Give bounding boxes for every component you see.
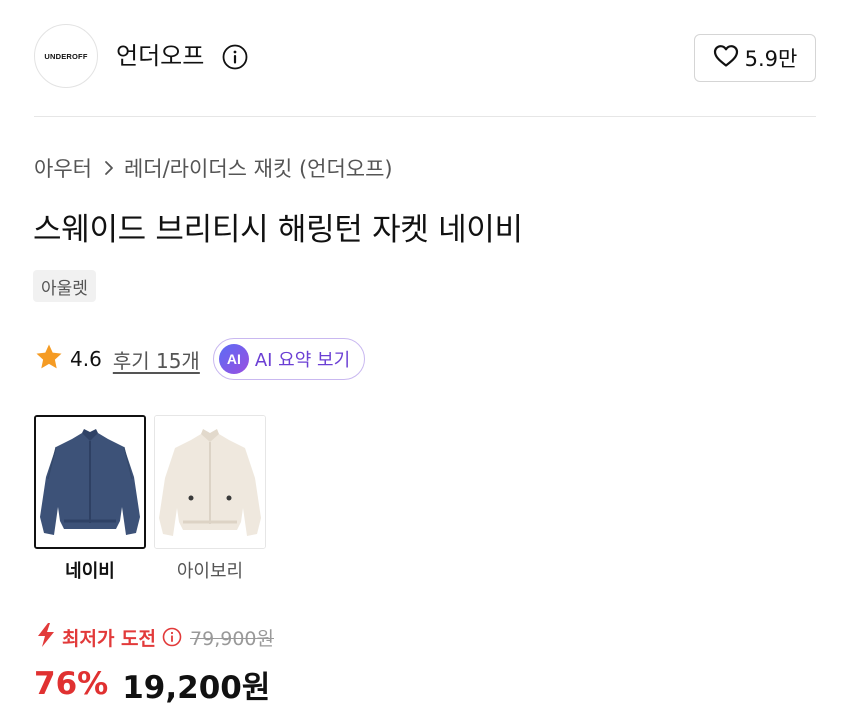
ai-summary-label: AI 요약 보기 bbox=[254, 350, 351, 371]
info-icon[interactable] bbox=[162, 627, 182, 647]
outlet-tag: 아울렛 bbox=[33, 270, 96, 302]
heart-icon bbox=[713, 44, 739, 72]
rating-row: 4.6 후기 15개 AI AI 요약 보기 bbox=[34, 338, 366, 380]
color-option-label-ivory: 아이보리 bbox=[176, 561, 244, 582]
lightning-icon bbox=[34, 622, 58, 652]
breadcrumb: 아우터 레더/라이더스 재킷 (언더오프) bbox=[34, 152, 393, 184]
brand-logo-text: UNDEROFF bbox=[44, 51, 88, 61]
rating-score: 4.6 bbox=[70, 347, 102, 371]
review-count-link[interactable]: 후기 15개 bbox=[113, 345, 200, 374]
chevron-right-icon bbox=[104, 160, 114, 176]
original-price: 79,900원 bbox=[190, 627, 274, 650]
breadcrumb-item-subcategory[interactable]: 레더/라이더스 재킷 (언더오프) bbox=[124, 153, 393, 183]
brand-logo[interactable]: UNDEROFF bbox=[34, 24, 98, 88]
final-price: 19,200원 bbox=[122, 669, 271, 706]
like-button[interactable]: 5.9만 bbox=[694, 34, 816, 82]
brand-name[interactable]: 언더오프 bbox=[116, 38, 204, 74]
product-title: 스웨이드 브리티시 해링턴 자켓 네이비 bbox=[33, 212, 523, 248]
like-count: 5.9만 bbox=[744, 47, 798, 71]
breadcrumb-item-category[interactable]: 아우터 bbox=[34, 153, 92, 183]
ivory-jacket-image bbox=[155, 416, 265, 548]
discount-rate: 76% bbox=[34, 666, 109, 702]
lowest-price-challenge-label: 최저가 도전 bbox=[62, 627, 157, 650]
info-icon[interactable] bbox=[222, 44, 248, 70]
navy-jacket-image bbox=[36, 417, 144, 547]
ai-badge-icon: AI bbox=[218, 344, 249, 374]
star-icon bbox=[34, 342, 64, 376]
color-option-label-navy: 네이비 bbox=[65, 561, 115, 582]
price-row: 76% 19,200원 bbox=[34, 662, 270, 706]
promo-row: 최저가 도전 79,900원 bbox=[34, 622, 274, 652]
header-divider bbox=[34, 116, 816, 117]
color-option-ivory[interactable] bbox=[154, 415, 266, 549]
ai-summary-button[interactable]: AI AI 요약 보기 bbox=[212, 338, 366, 380]
color-option-navy[interactable] bbox=[34, 415, 146, 549]
